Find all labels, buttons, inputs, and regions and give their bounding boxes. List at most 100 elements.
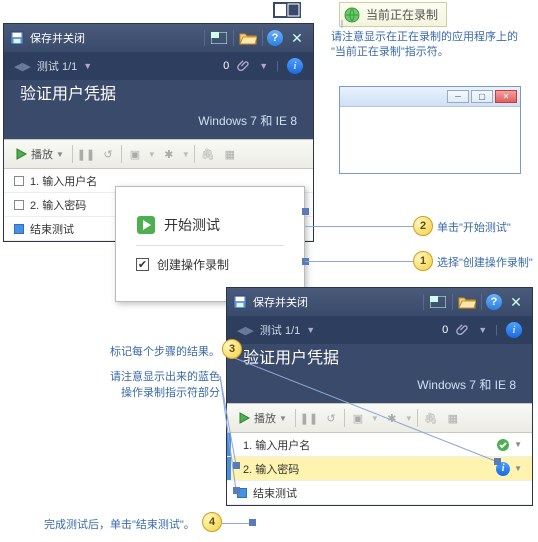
help-icon[interactable]: ? [486, 294, 502, 310]
dropdown-arrow-icon[interactable]: ▼ [83, 61, 92, 71]
recording-banner: 当前正在录制 [339, 2, 447, 27]
info-icon[interactable]: i [496, 462, 510, 476]
more-icon[interactable]: ▦ [221, 145, 239, 163]
dropdown-arrow-icon[interactable]: ▼ [478, 325, 487, 335]
dropdown-arrow-icon[interactable]: ▼ [259, 61, 268, 71]
count-value: 0 [442, 324, 448, 336]
step-row[interactable]: 结束测试 [227, 481, 532, 505]
step-label: 1. 输入用户名 [30, 173, 97, 189]
dropdown-arrow-icon[interactable]: ▼ [514, 440, 522, 449]
info-icon[interactable]: i [287, 58, 303, 74]
step-label: 结束测试 [253, 485, 297, 501]
camera-icon[interactable]: ▣ [349, 409, 367, 427]
play-icon [14, 147, 28, 161]
dropdown-arrow-icon[interactable]: ▼ [306, 325, 315, 335]
play-label: 播放 [31, 146, 53, 162]
test-runner-panel-b: 保存并关闭 ? ✕ ◀▶ 测试 1/1 ▼ 0 ▼ | i 验证用户凭据 Win… [226, 287, 533, 506]
step-label: 2. 输入密码 [243, 461, 299, 477]
help-icon[interactable]: ? [267, 30, 283, 46]
pause-icon[interactable]: ❚❚ [77, 145, 95, 163]
paperclip-icon[interactable] [237, 59, 251, 73]
end-test-marker-icon [237, 488, 247, 498]
subheader: ◀▶ 测试 1/1 ▼ 0 ▼ | i [227, 316, 532, 344]
test-counter: 测试 1/1 [37, 58, 77, 74]
callout-2-text: 单击"开始测试" [437, 219, 511, 235]
step-toolbar: 播放 ▼ ❚❚ ↺ ▣ ▼ ✱ ▼ 🖇 ▦ [4, 139, 313, 169]
more-icon[interactable]: ▦ [444, 409, 462, 427]
create-recording-row[interactable]: ✔ 创建操作录制 [136, 256, 284, 273]
reset-icon[interactable]: ↺ [99, 145, 117, 163]
step-toolbar: 播放 ▼ ❚❚ ↺ ▣ ▼ ✱ ▼ 🖇 ▦ [227, 403, 532, 433]
titlebar: 保存并关闭 ? ✕ [227, 288, 532, 316]
callout-3b-text: 请注意显示出来的蓝色 操作录制指示符部分 [80, 368, 220, 400]
close-button[interactable]: ✕ [495, 90, 517, 103]
step-marker-icon [14, 200, 24, 210]
maximize-button[interactable]: ▢ [471, 90, 493, 103]
folder-open-icon[interactable] [238, 28, 258, 48]
mini-titlebar: ─ ▢ ✕ [340, 87, 520, 107]
step-marker-icon [14, 176, 24, 186]
folder-open-icon[interactable] [457, 292, 477, 312]
info-icon[interactable]: i [506, 322, 522, 338]
sample-app-window: ─ ▢ ✕ [339, 86, 521, 174]
callout-1-text: 选择"创建操作录制" [437, 254, 533, 270]
start-test-icon [136, 215, 156, 235]
callout-3: 3 [222, 339, 242, 359]
save-close-label[interactable]: 保存并关闭 [30, 30, 85, 46]
start-test-label: 开始测试 [164, 215, 220, 235]
record-indicator [227, 433, 231, 456]
callout-4: 4 [202, 512, 222, 532]
nav-arrows-icon[interactable]: ◀▶ [14, 60, 31, 73]
test-counter: 测试 1/1 [260, 322, 300, 338]
start-test-row[interactable]: 开始测试 [136, 215, 284, 235]
callout-1: 1 [413, 251, 433, 271]
bug-icon[interactable]: ✱ [160, 145, 178, 163]
play-button[interactable]: 播放 ▼ [10, 144, 68, 164]
bug-icon[interactable]: ✱ [383, 409, 401, 427]
callout-2: 2 [413, 216, 433, 236]
window-layout-icon[interactable] [428, 292, 448, 312]
test-title: 验证用户凭据 [4, 80, 313, 112]
steps-list: 1. 输入用户名 ▼ 2. 输入密码 i ▼ 结束测试 [227, 433, 532, 505]
dropdown-arrow-icon[interactable]: ▼ [514, 464, 522, 473]
play-icon [237, 411, 251, 425]
test-subtitle: Windows 7 和 IE 8 [4, 112, 313, 139]
minimize-button[interactable]: ─ [447, 90, 469, 103]
play-button[interactable]: 播放 ▼ [233, 408, 291, 428]
save-icon [233, 295, 247, 309]
close-icon[interactable]: ✕ [287, 28, 307, 48]
pass-icon [496, 438, 510, 452]
end-test-marker-icon [14, 224, 24, 234]
count-value: 0 [223, 60, 229, 72]
step-label: 2. 输入密码 [30, 197, 86, 213]
step-label: 1. 输入用户名 [243, 437, 310, 453]
close-icon[interactable]: ✕ [506, 292, 526, 312]
step-label: 结束测试 [30, 221, 74, 237]
save-close-label[interactable]: 保存并关闭 [253, 294, 308, 310]
titlebar: 保存并关闭 ? ✕ [4, 24, 313, 52]
attach-icon[interactable]: 🖇 [199, 145, 217, 163]
record-indicator [227, 457, 231, 480]
layout-toggle-icon[interactable] [273, 2, 301, 21]
start-test-popup: 开始测试 ✔ 创建操作录制 [115, 186, 305, 302]
help-text-recording: 请注意显示在正在录制的应用程序上的 "当前正在录制"指示符。 [331, 30, 521, 61]
paperclip-icon[interactable] [456, 323, 470, 337]
window-layout-icon[interactable] [209, 28, 229, 48]
pause-icon[interactable]: ❚❚ [300, 409, 318, 427]
attach-icon[interactable]: 🖇 [422, 409, 440, 427]
test-title: 验证用户凭据 [227, 344, 532, 376]
step-row-selected[interactable]: 2. 输入密码 i ▼ [227, 457, 532, 481]
callout-3a-text: 标记每个步骤的结果。 [110, 343, 220, 359]
step-row[interactable]: 1. 输入用户名 ▼ [227, 433, 532, 457]
subheader: ◀▶ 测试 1/1 ▼ 0 ▼ | i [4, 52, 313, 80]
test-subtitle: Windows 7 和 IE 8 [227, 376, 532, 403]
checkbox-checked-icon[interactable]: ✔ [136, 258, 149, 271]
recording-banner-label: 当前正在录制 [366, 6, 438, 23]
reset-icon[interactable]: ↺ [322, 409, 340, 427]
play-label: 播放 [254, 410, 276, 426]
create-recording-label: 创建操作录制 [157, 256, 229, 273]
record-globe-icon [344, 7, 360, 23]
camera-icon[interactable]: ▣ [126, 145, 144, 163]
callout-4-text: 完成测试后，单击"结束测试"。 [44, 516, 195, 532]
nav-arrows-icon[interactable]: ◀▶ [237, 324, 254, 337]
